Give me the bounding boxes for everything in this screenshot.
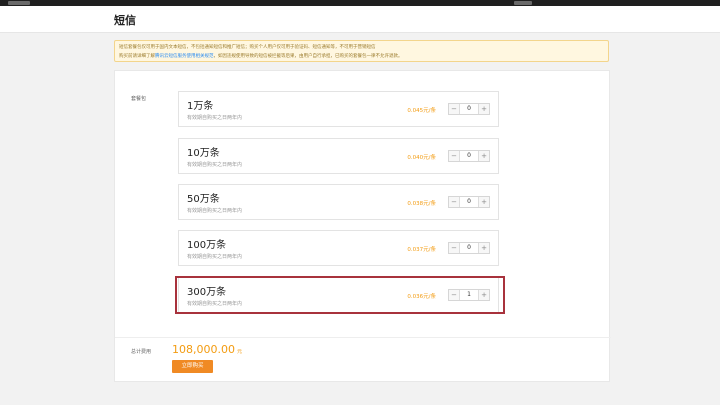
package-name: 10万条 — [187, 148, 220, 159]
page-title: 短信 — [114, 14, 136, 27]
increment-button[interactable]: + — [478, 290, 489, 300]
notice-line-2: 购买前请详细了解腾讯云短信服务使用相关规范，如因违规使用导致的短信被拦截等后果，… — [119, 52, 604, 61]
quantity-input[interactable]: 0 — [459, 151, 479, 161]
policy-link[interactable]: 腾讯云短信服务使用相关规范 — [155, 54, 214, 59]
package-price: 0.045元/条 — [407, 108, 436, 114]
package-desc: 有效期自购买之日两年内 — [187, 301, 243, 307]
package-price: 0.040元/条 — [407, 155, 436, 161]
quantity-input[interactable]: 0 — [459, 243, 479, 253]
package-desc: 有效期自购买之日两年内 — [187, 115, 243, 121]
package-option-50w[interactable]: 50万条 有效期自购买之日两年内 0.038元/条 − 0 + — [178, 184, 499, 220]
notice-banner: 短信套餐包仅可用于国内文本短信，不包括通知短信和推广短信；购买个人用户仅可用于验… — [114, 40, 609, 62]
divider — [115, 337, 611, 338]
quantity-stepper: − 0 + — [448, 196, 490, 208]
increment-button[interactable]: + — [478, 104, 489, 114]
package-option-100w[interactable]: 100万条 有效期自购买之日两年内 0.037元/条 − 0 + — [178, 230, 499, 266]
purchase-card: 套餐包 1万条 有效期自购买之日两年内 0.045元/条 − 0 + 10万条 … — [114, 70, 611, 382]
quantity-input[interactable]: 0 — [459, 104, 479, 114]
notice-line-1: 短信套餐包仅可用于国内文本短信，不包括通知短信和推广短信；购买个人用户仅可用于验… — [119, 45, 376, 50]
quantity-stepper: − 0 + — [448, 150, 490, 162]
total-amount: 108,000.00 元 — [172, 343, 242, 356]
package-name: 50万条 — [187, 194, 220, 205]
total-value: 108,000.00 — [172, 343, 235, 356]
package-desc: 有效期自购买之日两年内 — [187, 254, 243, 260]
increment-button[interactable]: + — [478, 197, 489, 207]
buy-now-button[interactable]: 立即购买 — [172, 360, 213, 373]
logo[interactable] — [8, 1, 30, 5]
package-option-10w[interactable]: 10万条 有效期自购买之日两年内 0.040元/条 − 0 + — [178, 138, 499, 174]
quantity-stepper: − 0 + — [448, 103, 490, 115]
total-label: 总计费用 — [131, 349, 152, 355]
quantity-input[interactable]: 0 — [459, 197, 479, 207]
package-desc: 有效期自购买之日两年内 — [187, 162, 243, 168]
notice-suffix: ，如因违规使用导致的短信被拦截等后果，由用户自行承担，已购买的套餐包一律不允许退… — [213, 54, 403, 59]
package-name: 100万条 — [187, 240, 227, 251]
package-name: 1万条 — [187, 101, 214, 112]
increment-button[interactable]: + — [478, 151, 489, 161]
package-name: 300万条 — [187, 287, 227, 298]
page-header: 短信 — [0, 6, 720, 33]
top-nav-menu[interactable] — [514, 1, 532, 5]
package-desc: 有效期自购买之日两年内 — [187, 208, 243, 214]
package-option-300w[interactable]: 300万条 有效期自购买之日两年内 0.036元/条 − 1 + — [178, 277, 499, 313]
increment-button[interactable]: + — [478, 243, 489, 253]
package-price: 0.036元/条 — [407, 294, 436, 300]
package-option-1w[interactable]: 1万条 有效期自购买之日两年内 0.045元/条 − 0 + — [178, 91, 499, 127]
package-price: 0.037元/条 — [407, 247, 436, 253]
quantity-input[interactable]: 1 — [459, 290, 479, 300]
quantity-stepper: − 1 + — [448, 289, 490, 301]
total-unit: 元 — [236, 349, 242, 355]
quantity-stepper: − 0 + — [448, 242, 490, 254]
notice-prefix: 购买前请详细了解 — [119, 54, 155, 59]
package-price: 0.038元/条 — [407, 201, 436, 207]
packages-label: 套餐包 — [131, 96, 147, 102]
